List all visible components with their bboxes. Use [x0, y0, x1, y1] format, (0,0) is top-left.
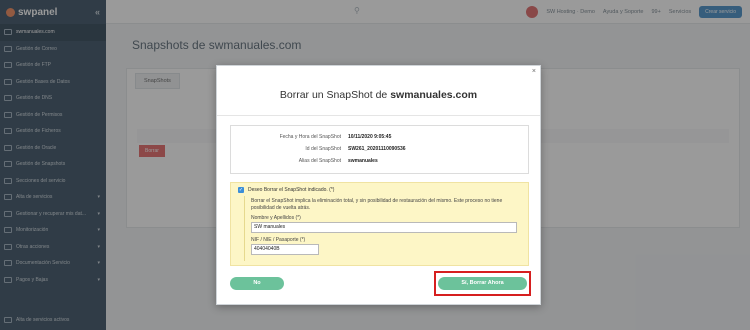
no-button[interactable]: No: [230, 277, 284, 290]
snapshot-info: Fecha y Hora del SnapShot 10/11/2020 9:0…: [230, 125, 529, 174]
nif-label: NIF / NIE / Pasaporte (*): [251, 237, 306, 243]
info-value: 10/11/2020 9:05:45: [348, 134, 392, 140]
name-label: Nombre y Apellidos (*): [251, 215, 301, 221]
confirm-delete-button[interactable]: Sí, Borrar Ahora: [438, 277, 527, 290]
nif-field[interactable]: 40404040B: [251, 244, 319, 255]
modal-divider: [217, 115, 540, 116]
confirm-details: Borrar el SnapShot implica la eliminació…: [244, 196, 522, 261]
info-row-alias: Alias del SnapShot swmanuales: [231, 158, 530, 168]
info-row-id: Id del SnapShot SW261_20201110090536: [231, 146, 530, 156]
warning-text: Borrar el SnapShot implica la eliminació…: [251, 198, 503, 211]
modal-title-domain: swmanuales.com: [390, 89, 478, 101]
modal-title-prefix: Borrar un SnapShot de: [279, 89, 391, 101]
confirm-section: ✓ Deseo Borrar el SnapShot indicado. (*)…: [230, 182, 529, 266]
name-field[interactable]: SW manuales: [251, 222, 517, 233]
info-value: swmanuales: [348, 158, 378, 164]
info-row-date: Fecha y Hora del SnapShot 10/11/2020 9:0…: [231, 134, 530, 144]
info-label: Fecha y Hora del SnapShot: [279, 134, 341, 140]
modal-title: Borrar un SnapShot de swmanuales.com: [217, 89, 540, 101]
confirm-checkbox-label[interactable]: Deseo Borrar el SnapShot indicado. (*): [248, 187, 334, 193]
info-label: Alias del SnapShot: [298, 158, 341, 164]
info-label: Id del SnapShot: [305, 146, 341, 152]
confirm-checkbox[interactable]: ✓: [238, 187, 244, 193]
delete-snapshot-modal: × Borrar un SnapShot de swmanuales.com F…: [216, 65, 541, 305]
close-icon[interactable]: ×: [532, 68, 536, 75]
info-value: SW261_20201110090536: [348, 146, 406, 152]
